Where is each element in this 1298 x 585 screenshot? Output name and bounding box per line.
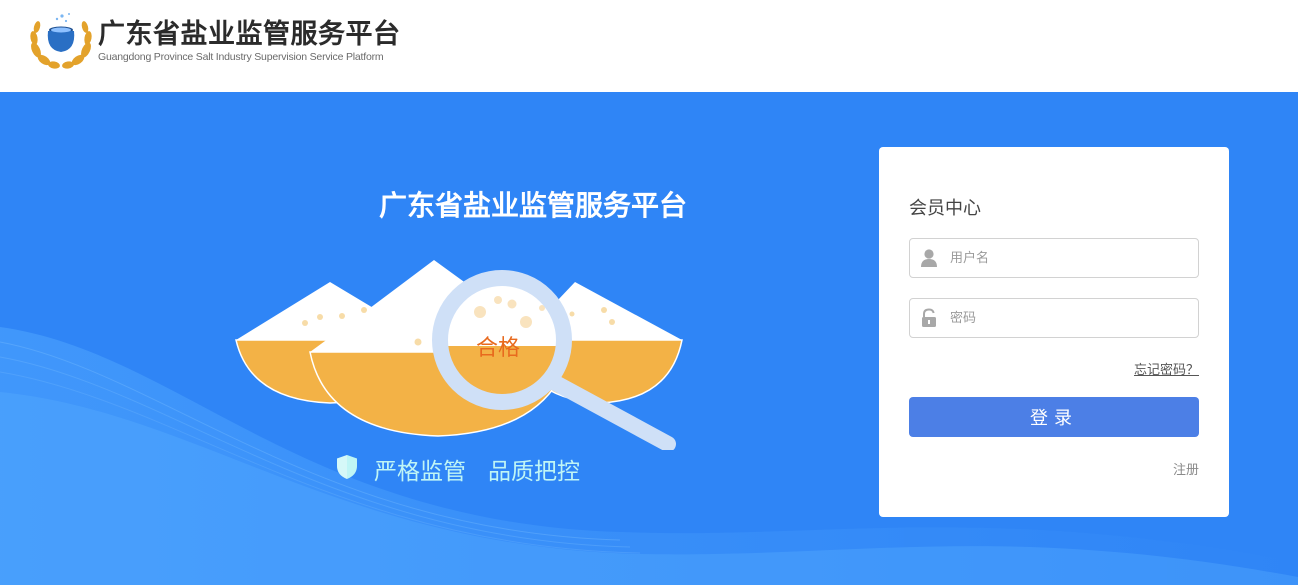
slogan-quality-control: 品质把控 — [488, 459, 580, 485]
shield-icon — [336, 454, 358, 480]
user-icon — [920, 248, 938, 268]
login-button[interactable]: 登录 — [909, 397, 1199, 437]
register-link[interactable]: 注册 — [1173, 459, 1199, 478]
password-input[interactable] — [950, 299, 1190, 337]
logo-emblem-icon — [28, 10, 94, 70]
username-field[interactable] — [909, 238, 1199, 278]
site-header: 广东省盐业监管服务平台 Guangdong Province Salt Indu… — [0, 0, 1298, 92]
member-center-title: 会员中心 — [909, 198, 981, 219]
salt-quality-illustration — [235, 260, 683, 450]
password-field[interactable] — [909, 298, 1199, 338]
slogan-strict-supervision: 严格监管 — [374, 459, 466, 485]
login-card: 会员中心 忘记密码？ 登录 注册 — [879, 147, 1229, 517]
site-title: 广东省盐业监管服务平台 — [98, 19, 401, 50]
site-subtitle: Guangdong Province Salt Industry Supervi… — [98, 51, 384, 63]
qualified-stamp: 合格 — [476, 336, 521, 361]
username-input[interactable] — [950, 239, 1190, 277]
lock-icon — [920, 308, 938, 328]
forgot-password-link[interactable]: 忘记密码？ — [1134, 359, 1199, 378]
hero-banner: 广东省盐业监管服务平台 合格 严格监管 品质把控 会员中心 用户名 忘记密码？ … — [0, 92, 1298, 585]
